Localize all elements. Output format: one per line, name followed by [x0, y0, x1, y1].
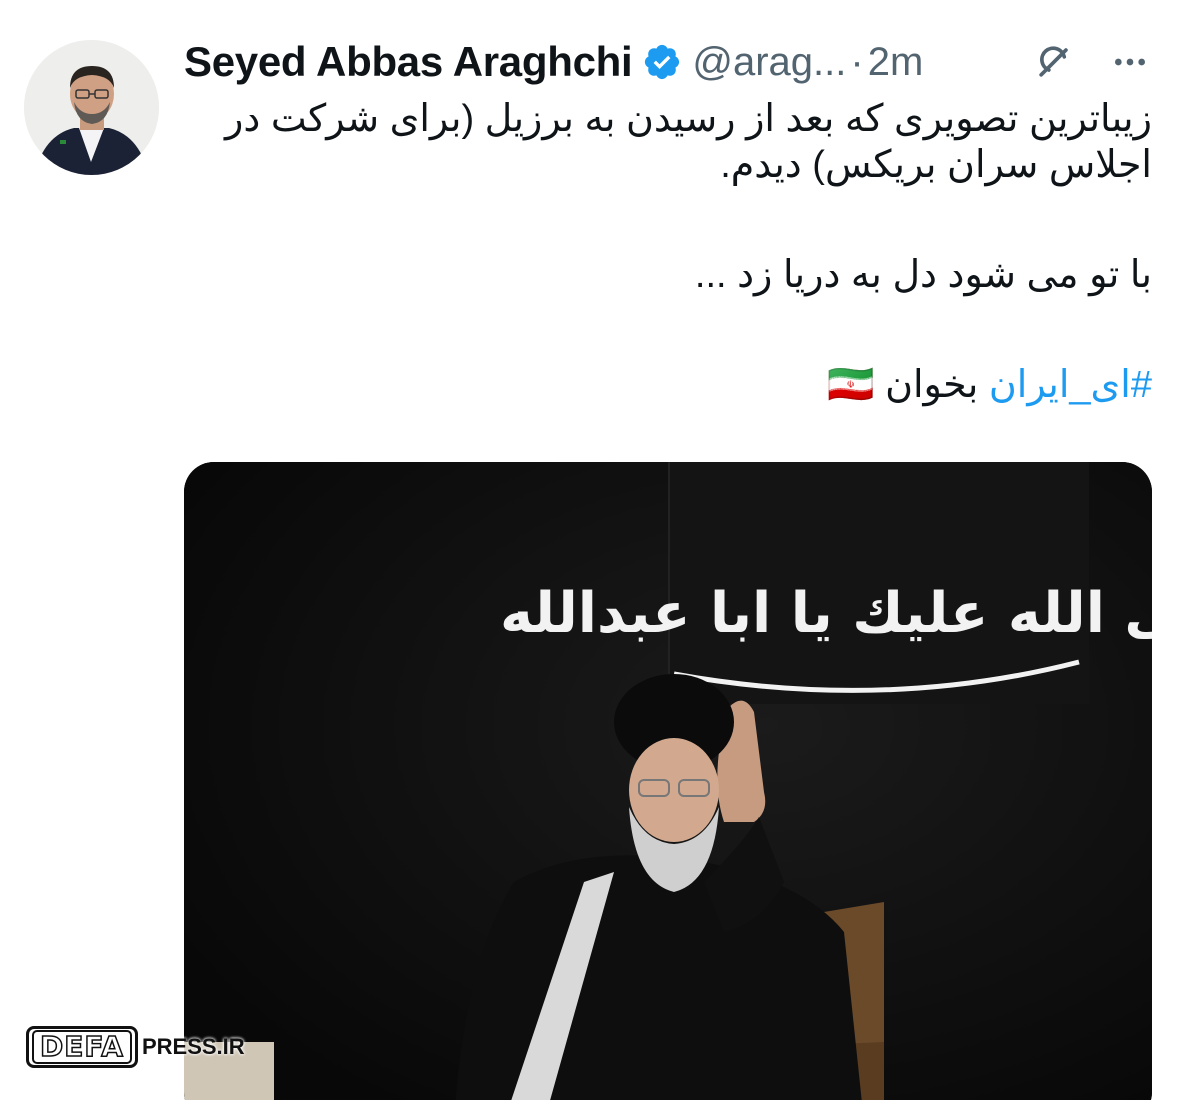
- tweet-header: Seyed Abbas Araghchi @arag... · 2m: [184, 30, 1150, 94]
- tweet-media-image[interactable]: صلى الله عليك يا ابا عبدالله: [184, 462, 1152, 1100]
- tweet-timestamp[interactable]: 2m: [868, 40, 924, 85]
- verified-badge-icon: [645, 44, 680, 80]
- media-photo: صلى الله عليك يا ابا عبدالله: [184, 462, 1152, 1100]
- tweet-hashtag-line: #ای_ایران بخوان 🇮🇷: [184, 362, 1152, 408]
- tweet-text: زیباترین تصویری که بعد از رسیدن به برزیل…: [184, 96, 1152, 408]
- tweet-card: Seyed Abbas Araghchi @arag... · 2m زیبات…: [0, 0, 1178, 1100]
- hashtag-trailing-text: بخوان: [874, 364, 989, 406]
- defapress-watermark: DEFA PRESS.IR: [26, 1026, 245, 1068]
- avatar-photo: [24, 40, 159, 175]
- watermark-logo: DEFA: [26, 1026, 138, 1068]
- author-handle[interactable]: @arag...: [692, 40, 846, 85]
- watermark-suffix: PRESS.IR: [141, 1034, 245, 1059]
- tweet-paragraph-1: زیباترین تصویری که بعد از رسیدن به برزیل…: [225, 98, 1152, 186]
- grok-icon[interactable]: [1032, 40, 1076, 84]
- banner-calligraphy: صلى الله عليك يا ابا عبدالله: [500, 581, 1152, 646]
- author-display-name[interactable]: Seyed Abbas Araghchi: [184, 38, 633, 86]
- tweet-paragraph-2: با تو می شود دل به دریا زد ...: [694, 254, 1152, 296]
- header-separator: ·: [850, 39, 864, 84]
- hashtag-link[interactable]: #ای_ایران: [989, 364, 1152, 406]
- more-options-icon[interactable]: [1110, 42, 1150, 82]
- avatar[interactable]: [24, 40, 159, 175]
- iran-flag-emoji: 🇮🇷: [827, 364, 875, 406]
